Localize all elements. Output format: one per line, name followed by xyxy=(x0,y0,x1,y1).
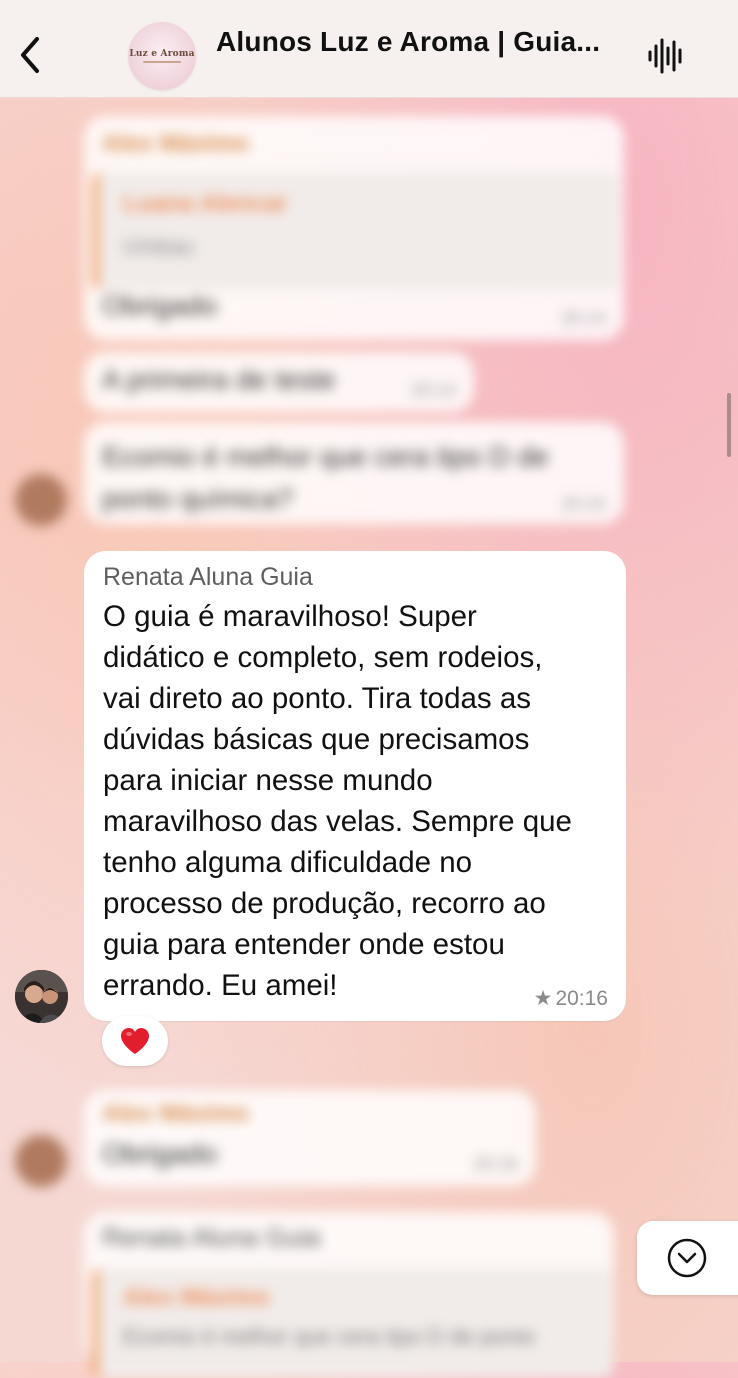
quoted-text: Ecomio é melhor que cera tipo D de ponto xyxy=(123,1324,536,1349)
quoted-sender: Alex Máximo xyxy=(123,1284,270,1311)
heart-icon xyxy=(121,1028,149,1054)
chevron-down-circle-icon xyxy=(667,1238,707,1278)
group-avatar[interactable]: Luz e Aroma xyxy=(128,22,196,90)
message-bubble-main[interactable]: Renata Aluna Guia O guia é maravilhoso! … xyxy=(84,551,626,1021)
message-sender: Alex Máximo xyxy=(102,130,249,157)
message-bubble[interactable]: Renata Aluna Guia Alex Máximo Ecomio é m… xyxy=(84,1212,614,1378)
message-text: Obrigado xyxy=(102,290,218,321)
audio-waveform-icon xyxy=(648,38,682,74)
message-time: 20:18 xyxy=(472,1154,518,1174)
quoted-sender: Luana Alencar xyxy=(123,190,288,217)
quoted-message[interactable]: Luana Alencar Umbau xyxy=(92,172,619,290)
message-text: Ecomio é melhor que cera tipo D de ponto… xyxy=(102,441,549,514)
message-time: 20:15 xyxy=(560,494,606,514)
quoted-text: Umbau xyxy=(123,234,194,259)
message-bubble[interactable]: A primeira de teste 20:14 xyxy=(84,352,474,412)
message-bubble[interactable]: Alex Máximo Obrigado 20:18 xyxy=(84,1090,536,1186)
chevron-left-icon xyxy=(21,37,39,73)
group-logo-text: Luz e Aroma xyxy=(129,49,195,59)
message-meta: ★ 20:16 xyxy=(534,986,608,1011)
message-text: Obrigado xyxy=(102,1138,218,1169)
scroll-to-bottom-button[interactable] xyxy=(637,1221,738,1295)
message-bubble[interactable]: Ecomio é melhor que cera tipo D de ponto… xyxy=(84,422,624,524)
message-time: 20:16 xyxy=(555,986,608,1010)
message-time: 20:14 xyxy=(410,380,456,400)
message-sender[interactable]: Renata Aluna Guia xyxy=(103,563,313,592)
logo-divider xyxy=(143,61,181,63)
reaction-badge[interactable] xyxy=(102,1016,168,1066)
message-time: 20:14 xyxy=(560,308,606,328)
chat-title[interactable]: Alunos Luz e Aroma | Guia... xyxy=(216,26,616,58)
back-button[interactable] xyxy=(10,30,50,80)
sender-avatar[interactable] xyxy=(15,970,68,1023)
star-icon: ★ xyxy=(533,987,553,1010)
message-sender: Alex Máximo xyxy=(102,1100,249,1127)
message-text: A primeira de teste xyxy=(102,364,336,395)
chat-header: Luz e Aroma Alunos Luz e Aroma | Guia... xyxy=(0,0,738,98)
scrollbar[interactable] xyxy=(727,393,731,457)
avatar-photo xyxy=(15,970,68,1023)
message-sender: Renata Aluna Guia xyxy=(102,1222,321,1252)
message-bubble[interactable]: Alex Máximo Luana Alencar Umbau Obrigado… xyxy=(84,116,624,340)
avatar[interactable] xyxy=(15,474,67,526)
avatar[interactable] xyxy=(15,1135,67,1187)
message-text: O guia é maravilhoso! Super didático e c… xyxy=(103,600,572,1002)
audio-call-button[interactable] xyxy=(646,34,686,78)
